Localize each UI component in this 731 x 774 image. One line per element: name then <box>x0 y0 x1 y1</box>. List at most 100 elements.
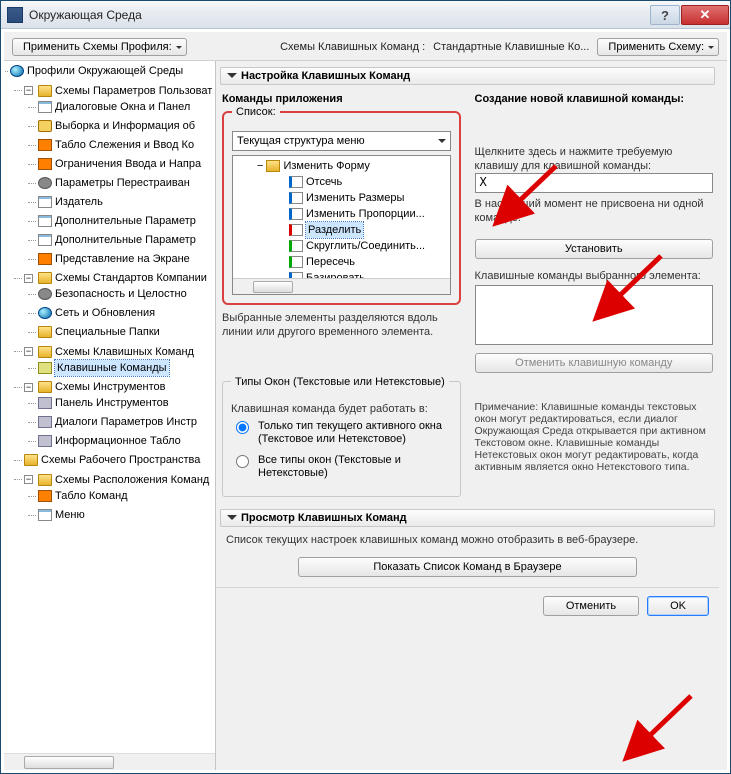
folder-icon <box>38 381 52 393</box>
app-commands-label: Команды приложения <box>222 93 461 105</box>
tree-item[interactable]: Меню <box>55 507 85 523</box>
tree-item[interactable]: Диалоговые Окна и Панел <box>55 99 190 115</box>
gear-icon <box>38 177 52 189</box>
screen-icon <box>38 139 52 151</box>
collapse-icon[interactable]: − <box>24 383 33 392</box>
nav-tree[interactable]: Профили Окружающей Среды − Схемы Параметр… <box>4 61 215 753</box>
tree-item[interactable]: Схемы Расположения Команд <box>55 472 209 488</box>
command-item[interactable]: Скруглить/Соединить... <box>306 238 425 254</box>
menu-icon <box>38 509 52 521</box>
cmd-icon <box>289 256 303 268</box>
tool-icon <box>38 435 52 447</box>
window-types-note: Примечание: Клавишные команды текстовых … <box>475 381 714 473</box>
tree-item[interactable]: Дополнительные Параметр <box>55 232 196 248</box>
new-shortcut-label: Создание новой клавишной команды: <box>475 93 714 105</box>
section-title: Просмотр Клавишных Команд <box>241 512 407 524</box>
folder-icon <box>38 474 52 486</box>
collapse-icon[interactable]: − <box>24 347 33 356</box>
folder-icon <box>266 160 280 172</box>
shortcut-key-input[interactable]: X <box>475 173 714 193</box>
command-description: Выбранные элементы разделяются вдоль лин… <box>222 311 461 339</box>
cmd-icon <box>289 176 303 188</box>
screen-icon <box>38 490 52 502</box>
toolbar: Применить Схемы Профиля: Схемы Клавишных… <box>4 32 727 60</box>
command-item[interactable]: Изменить Размеры <box>306 190 404 206</box>
tree-item[interactable]: Схемы Клавишных Команд <box>55 344 194 360</box>
section-preview[interactable]: Просмотр Клавишных Команд <box>220 509 715 527</box>
radio-label: Только тип текущего активного окна (Текс… <box>258 420 452 446</box>
command-item[interactable]: Изменить Пропорции... <box>306 206 425 222</box>
folder-icon <box>38 272 52 284</box>
set-shortcut-button[interactable]: Установить <box>475 239 714 259</box>
tree-item[interactable]: Схемы Рабочего Пространства <box>41 452 200 468</box>
tree-item[interactable]: Ограничения Ввода и Напра <box>55 156 201 172</box>
folder-icon <box>38 85 52 97</box>
app-window: Окружающая Среда ? ✕ Применить Схемы Про… <box>0 0 731 774</box>
tree-root[interactable]: Профили Окружающей Среды <box>27 63 183 79</box>
command-item-selected[interactable]: Разделить <box>306 222 363 238</box>
help-button[interactable]: ? <box>650 5 680 25</box>
collapse-icon[interactable]: − <box>24 475 33 484</box>
works-in-label: Клавишная команда будет работать в: <box>231 402 452 416</box>
folder-icon <box>38 326 52 338</box>
remove-shortcut-button[interactable]: Отменить клавишную команду <box>475 353 714 373</box>
tree-scrollbar[interactable] <box>4 753 215 770</box>
show-in-browser-button[interactable]: Показать Список Команд в Браузере <box>298 557 636 577</box>
radio-current-window-type[interactable] <box>236 421 249 434</box>
apply-profile-schemes-button[interactable]: Применить Схемы Профиля: <box>12 38 187 56</box>
section-shortcut-setup[interactable]: Настройка Клавишных Команд <box>220 67 715 85</box>
tree-item[interactable]: Дополнительные Параметр <box>55 213 196 229</box>
press-key-label: Щелкните здесь и нажмите требуемую клави… <box>475 145 714 173</box>
ok-button[interactable]: OK <box>647 596 709 616</box>
close-button[interactable]: ✕ <box>681 5 729 25</box>
command-tree[interactable]: −Изменить Форму Отсечь Изменить Размеры … <box>232 155 451 295</box>
cmd-icon <box>289 224 303 236</box>
window-types-group: Типы Окон (Текстовые или Нетекстовые) Кл… <box>222 381 461 497</box>
radio-all-window-types[interactable] <box>236 455 249 468</box>
command-item[interactable]: Отсечь <box>306 174 342 190</box>
screen-icon <box>38 253 52 265</box>
apply-scheme-button[interactable]: Применить Схему: <box>597 38 719 56</box>
command-item[interactable]: Пересечь <box>306 254 355 270</box>
tree-item[interactable]: Диалоги Параметров Инстр <box>55 414 197 430</box>
command-folder[interactable]: Изменить Форму <box>283 158 369 174</box>
not-assigned-label: В настоящий момент не присвоена ни одной… <box>475 197 714 225</box>
cancel-button[interactable]: Отменить <box>543 596 639 616</box>
command-list-group: Список: Текущая структура меню −Изменить… <box>222 111 461 305</box>
cmd-tree-scrollbar[interactable] <box>233 278 450 294</box>
collapse-icon[interactable]: − <box>24 274 33 283</box>
tree-item[interactable]: Выборка и Информация об <box>55 118 195 134</box>
tree-item[interactable]: Табло Слежения и Ввод Ко <box>55 137 194 153</box>
window-types-legend: Типы Окон (Текстовые или Нетекстовые) <box>231 376 449 388</box>
app-icon <box>7 7 23 23</box>
doc-icon <box>38 215 52 227</box>
folder-icon <box>38 346 52 358</box>
tree-item[interactable]: Параметры Перестраиван <box>55 175 190 191</box>
doc-icon <box>38 101 52 113</box>
list-label: Список: <box>232 106 280 118</box>
titlebar[interactable]: Окружающая Среда ? ✕ <box>1 1 730 29</box>
tree-item[interactable]: Информационное Табло <box>55 433 181 449</box>
tree-item[interactable]: Представление на Экране <box>55 251 190 267</box>
tree-item[interactable]: Безопасность и Целостно <box>55 286 187 302</box>
radio-label: Все типы окон (Текстовые и Нетекстовые) <box>258 454 452 480</box>
tree-item[interactable]: Специальные Папки <box>55 324 160 340</box>
keyboard-icon <box>38 362 52 374</box>
tree-item-selected[interactable]: Клавишные Команды <box>55 360 169 376</box>
cmd-icon <box>289 192 303 204</box>
assigned-shortcuts-list[interactable] <box>475 285 714 345</box>
menu-structure-dropdown[interactable]: Текущая структура меню <box>232 131 451 151</box>
tree-item[interactable]: Издатель <box>55 194 103 210</box>
tree-item[interactable]: Панель Инструментов <box>55 395 169 411</box>
lock-icon <box>38 288 52 300</box>
tree-item[interactable]: Схемы Стандартов Компании <box>55 270 207 286</box>
tree-item[interactable]: Схемы Параметров Пользоват <box>55 83 212 99</box>
cmd-icon <box>289 208 303 220</box>
collapse-icon[interactable]: − <box>257 158 263 174</box>
tree-item[interactable]: Табло Команд <box>55 488 128 504</box>
collapse-icon[interactable]: − <box>24 86 33 95</box>
tree-item[interactable]: Сеть и Обновления <box>55 305 155 321</box>
dialog-footer: Отменить OK <box>216 587 719 624</box>
window-title: Окружающая Среда <box>29 8 142 22</box>
tree-item[interactable]: Схемы Инструментов <box>55 379 165 395</box>
